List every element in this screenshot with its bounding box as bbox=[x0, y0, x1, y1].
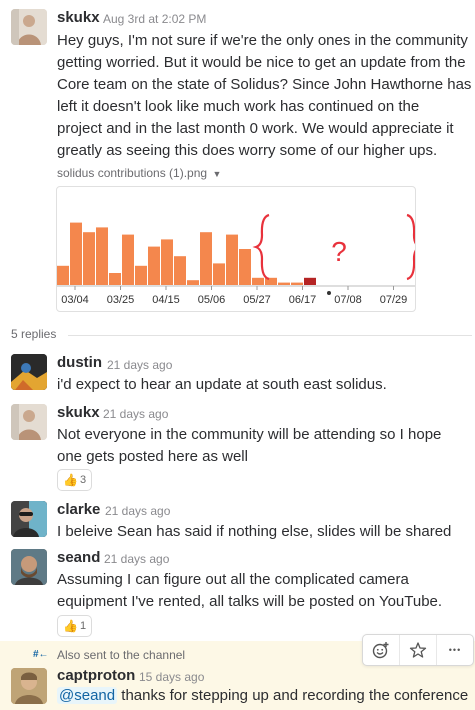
person-icon bbox=[11, 354, 47, 390]
reaction-thumbsup[interactable]: 👍 1 bbox=[57, 615, 93, 637]
author-name[interactable]: skukx bbox=[57, 404, 100, 421]
person-icon bbox=[11, 404, 47, 440]
reply-text: Not everyone in the community will be at… bbox=[57, 424, 472, 468]
reply-body: thanks for stepping up and recording the… bbox=[117, 687, 469, 704]
author-name[interactable]: skukx bbox=[57, 9, 100, 26]
chart-annotation: ? bbox=[331, 236, 347, 267]
channel-arrow-icon: #← bbox=[33, 649, 49, 660]
reaction-count: 3 bbox=[80, 474, 87, 486]
sent-to-channel-note[interactable]: Also sent to the channel bbox=[57, 648, 185, 662]
timestamp[interactable]: 21 days ago bbox=[105, 504, 170, 518]
message-line: project and in the last month 0 work. We… bbox=[57, 120, 454, 137]
chart-bar bbox=[70, 222, 82, 285]
reply-line: equipment I've rented, all talks will be… bbox=[57, 593, 443, 610]
message-line: Hey guys, I'm not sure if we're the only… bbox=[57, 32, 468, 49]
reply-line: Not everyone in the community will be at… bbox=[57, 426, 442, 443]
author-name[interactable]: dustin bbox=[57, 354, 102, 371]
person-icon bbox=[11, 668, 47, 704]
attachment-image[interactable]: 03/04 03/25 04/15 05/06 05/27 06/17 07/08 07/29… bbox=[56, 186, 416, 312]
reaction-count: 1 bbox=[80, 620, 87, 632]
chart-marker bbox=[327, 291, 331, 295]
replies-count[interactable]: 5 replies bbox=[11, 327, 56, 341]
x-tick-label: 03/25 bbox=[107, 294, 135, 306]
timestamp[interactable]: 21 days ago bbox=[103, 407, 168, 421]
chart-bar bbox=[291, 282, 303, 285]
reply-text: i'd expect to hear an update at south ea… bbox=[57, 376, 387, 393]
author-name[interactable]: clarke bbox=[57, 501, 100, 518]
person-icon bbox=[11, 549, 47, 585]
reply-line: one gets posted here as well bbox=[57, 448, 248, 465]
reply-text: Assuming I can figure out all the compli… bbox=[57, 569, 472, 613]
message-line: Core team on the state of Solidus? Since… bbox=[57, 76, 472, 93]
avatar-clarke[interactable] bbox=[11, 501, 47, 537]
avatar-skukx[interactable] bbox=[11, 9, 47, 45]
left-brace bbox=[252, 213, 270, 281]
right-brace bbox=[406, 213, 415, 281]
chart-bar bbox=[278, 282, 290, 285]
message-body: Hey guys, I'm not sure if we're the only… bbox=[57, 30, 472, 162]
mention-link[interactable]: @seand bbox=[57, 687, 118, 704]
thumbs-up-icon: 👍 bbox=[63, 619, 78, 633]
avatar-dustin[interactable] bbox=[11, 354, 47, 390]
chart-bar bbox=[96, 227, 108, 285]
contributions-chart: 03/04 03/25 04/15 05/06 05/27 06/17 07/08 07/29… bbox=[57, 213, 415, 306]
reply-text: I beleive Sean has said if nothing else,… bbox=[57, 523, 452, 540]
reply-text: @seand thanks for stepping up and record… bbox=[57, 685, 472, 707]
x-tick-label: 07/08 bbox=[334, 294, 362, 306]
chart-bar bbox=[252, 277, 264, 285]
chart-bar bbox=[109, 273, 121, 285]
message-line: getting worried. But it would be nice to… bbox=[57, 54, 466, 71]
author-name[interactable]: captproton bbox=[57, 667, 135, 684]
chart-bar bbox=[239, 249, 251, 285]
message-line: left it doesn't look like much work has … bbox=[57, 98, 420, 115]
star-button[interactable] bbox=[400, 635, 437, 665]
more-actions-button[interactable]: ••• bbox=[437, 635, 473, 665]
x-tick-label: 05/06 bbox=[198, 294, 226, 306]
x-tick-label: 04/15 bbox=[152, 294, 180, 306]
person-icon bbox=[11, 9, 47, 45]
attachment-filename: solidus contributions (1).png bbox=[57, 166, 208, 180]
x-tick-label: 07/29 bbox=[380, 294, 408, 306]
chart-bar bbox=[122, 234, 134, 285]
chart-bar bbox=[148, 246, 160, 285]
chart-bar bbox=[200, 232, 212, 285]
reaction-thumbsup[interactable]: 👍 3 bbox=[57, 469, 93, 491]
x-tick-label: 05/27 bbox=[243, 294, 271, 306]
add-reaction-button[interactable] bbox=[363, 635, 400, 665]
chevron-down-icon: ▼ bbox=[212, 169, 222, 179]
replies-divider bbox=[68, 335, 472, 336]
chart-bar bbox=[213, 263, 225, 285]
star-icon bbox=[409, 642, 427, 658]
chart-bar bbox=[174, 256, 186, 285]
chart-bar bbox=[57, 265, 69, 285]
x-tick-label: 03/04 bbox=[61, 294, 89, 306]
chart-bar bbox=[161, 239, 173, 285]
avatar-skukx[interactable] bbox=[11, 404, 47, 440]
more-icon: ••• bbox=[448, 645, 462, 655]
timestamp[interactable]: 21 days ago bbox=[104, 552, 169, 566]
chart-bar bbox=[304, 277, 316, 285]
chart-bar bbox=[135, 265, 147, 285]
chart-bar bbox=[187, 280, 199, 285]
attachment-title[interactable]: solidus contributions (1).png ▼ bbox=[57, 166, 221, 180]
x-tick-label: 06/17 bbox=[289, 294, 317, 306]
person-icon bbox=[11, 501, 47, 537]
timestamp[interactable]: Aug 3rd at 2:02 PM bbox=[103, 12, 206, 26]
timestamp[interactable]: 21 days ago bbox=[107, 358, 172, 372]
reply-line: Assuming I can figure out all the compli… bbox=[57, 571, 409, 588]
avatar-captproton[interactable] bbox=[11, 668, 47, 704]
author-name[interactable]: seand bbox=[57, 549, 100, 566]
chart-bar bbox=[83, 232, 95, 285]
timestamp[interactable]: 15 days ago bbox=[139, 670, 204, 684]
chart-bar bbox=[226, 234, 238, 285]
message-actions-toolbar: ••• bbox=[362, 634, 474, 666]
avatar-seand[interactable] bbox=[11, 549, 47, 585]
add-reaction-icon bbox=[372, 642, 389, 659]
message-line: greatly as seeing this does worry some o… bbox=[57, 142, 438, 159]
thumbs-up-icon: 👍 bbox=[63, 473, 78, 487]
